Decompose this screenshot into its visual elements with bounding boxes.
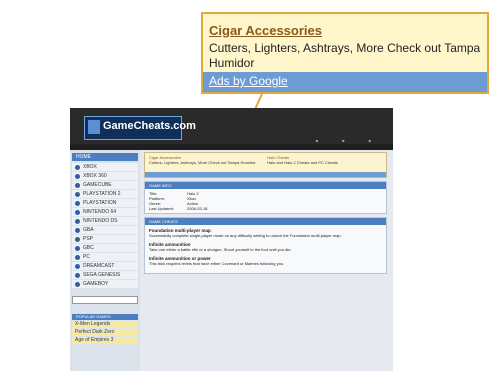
- nav-item[interactable]: GAMEBOY: [72, 280, 138, 288]
- sidebar: HOME XBOX XBOX 360 GAMECUBE PLAYSTATION 2 PL…: [70, 150, 140, 371]
- popular-list: X-Men Legends Perfect Dark Zero Age of Emp…: [70, 321, 140, 344]
- nav-item-label: PSP: [83, 236, 94, 242]
- nav-item-label: NINTENDO DS: [83, 218, 118, 224]
- nav-item[interactable]: NINTENDO 64: [72, 208, 138, 216]
- ad-strip: Cigar Accessories Cutters, Lighters, Ash…: [144, 152, 387, 178]
- game-info-header: GAME INFO: [145, 182, 386, 189]
- nav-item-label: NINTENDO 64: [83, 209, 117, 215]
- cheats-body: Foundation multi-player map Successfully …: [145, 225, 386, 273]
- nav-item-label: GBC: [83, 245, 94, 251]
- nav-item[interactable]: PC: [72, 253, 138, 261]
- popular-game-link[interactable]: Age of Empires 3: [72, 337, 138, 344]
- nav-item[interactable]: DREAMCAST: [72, 262, 138, 270]
- main-content: Cigar Accessories Cutters, Lighters, Ash…: [144, 150, 387, 371]
- ad1-text: Cutters, Lighters, Ashtrays, More Check …: [149, 160, 256, 165]
- console-icon: [75, 200, 80, 206]
- logo-text: GameCheats.com: [103, 120, 196, 132]
- ad-strip-bar: [145, 172, 386, 177]
- ad-callout: Cigar Accessories Cutters, Lighters, Ash…: [201, 12, 489, 94]
- game-info-rows: Title: Halo 2 Platform: Xbox Genre: Action Las…: [145, 189, 386, 213]
- cheat-text: This trick requires levels that have eit…: [149, 261, 285, 266]
- site-header: GameCheats.com ■ ■ ■: [70, 108, 393, 144]
- nav-list: XBOX XBOX 360 GAMECUBE PLAYSTATION 2 PLAYSTA…: [70, 163, 140, 288]
- nav-item[interactable]: PLAYSTATION: [72, 199, 138, 207]
- cheat-text: Successfully complete single-player mode…: [149, 233, 342, 238]
- nav-item[interactable]: XBOX: [72, 163, 138, 171]
- nav-item-label: PLAYSTATION 2: [83, 191, 121, 197]
- nav-item-label: XBOX: [83, 164, 97, 170]
- nav-item-label: PC: [83, 254, 90, 260]
- nav-item-label: SEGA GENESIS: [83, 272, 121, 278]
- header-link[interactable]: ■: [316, 138, 318, 143]
- logo-icon: [88, 120, 100, 134]
- console-icon: [75, 182, 80, 188]
- popular-games-header: POPULAR GAMES: [72, 314, 138, 320]
- console-icon: [75, 173, 80, 179]
- header-links: ■ ■ ■: [316, 138, 371, 143]
- nav-item[interactable]: PSP: [72, 235, 138, 243]
- website-screenshot: GameCheats.com ■ ■ ■ HOME XBOX XBOX 360 GA…: [70, 108, 393, 371]
- console-icon: [75, 281, 80, 287]
- ads-by-google-link[interactable]: Ads by Google: [209, 74, 288, 88]
- nav-item-label: GBA: [83, 227, 94, 233]
- nav-item[interactable]: PLAYSTATION 2: [72, 190, 138, 198]
- nav-item-label: XBOX 360: [83, 173, 107, 179]
- console-icon: [75, 209, 80, 215]
- nav-item[interactable]: GBA: [72, 226, 138, 234]
- cheat-text: Take one either a battle rifle or a shot…: [149, 247, 292, 252]
- nav-item-label: GAMEBOY: [83, 281, 109, 287]
- game-cheats-header: GAME CHEATS: [145, 218, 386, 225]
- header-link[interactable]: ■: [342, 138, 344, 143]
- info-key: Last Updated:: [149, 206, 174, 211]
- search-input[interactable]: [72, 296, 138, 304]
- nav-item[interactable]: NINTENDO DS: [72, 217, 138, 225]
- popular-game-link[interactable]: Perfect Dark Zero: [72, 329, 138, 336]
- nav-item[interactable]: SEGA GENESIS: [72, 271, 138, 279]
- popular-game-link[interactable]: X-Men Legends: [72, 321, 138, 328]
- site-logo[interactable]: GameCheats.com: [84, 116, 196, 140]
- nav-item-label: PLAYSTATION: [83, 200, 117, 206]
- site-content: HOME XBOX XBOX 360 GAMECUBE PLAYSTATION 2 PL…: [70, 150, 393, 371]
- nav-header[interactable]: HOME: [72, 153, 138, 161]
- console-icon: [75, 164, 80, 170]
- ad2-text: Halo and Halo 2 Cheats and PC Cheats: [267, 160, 338, 165]
- ad-callout-title[interactable]: Cigar Accessories: [209, 23, 322, 38]
- console-icon: [75, 263, 80, 269]
- console-icon: [75, 236, 80, 242]
- ad-callout-description: Cutters, Lighters, Ashtrays, More Check …: [209, 41, 481, 70]
- nav-item-label: GAMECUBE: [83, 182, 112, 188]
- info-row: Last Updated: 2006-03-18: [149, 206, 382, 211]
- console-icon: [75, 254, 80, 260]
- header-link[interactable]: ■: [369, 138, 371, 143]
- console-icon: [75, 191, 80, 197]
- info-value: 2006-03-18: [187, 206, 208, 211]
- console-icon: [75, 218, 80, 224]
- nav-item[interactable]: XBOX 360: [72, 172, 138, 180]
- nav-item[interactable]: GBC: [72, 244, 138, 252]
- console-icon: [75, 227, 80, 233]
- nav-item[interactable]: GAMECUBE: [72, 181, 138, 189]
- game-info-panel: GAME INFO Title: Halo 2 Platform: Xbox Genre…: [144, 181, 387, 214]
- nav-item-label: DREAMCAST: [83, 263, 115, 269]
- console-icon: [75, 272, 80, 278]
- ads-by-google-bar: Ads by Google: [203, 72, 487, 92]
- game-cheats-panel: GAME CHEATS Foundation multi-player map S…: [144, 217, 387, 274]
- console-icon: [75, 245, 80, 251]
